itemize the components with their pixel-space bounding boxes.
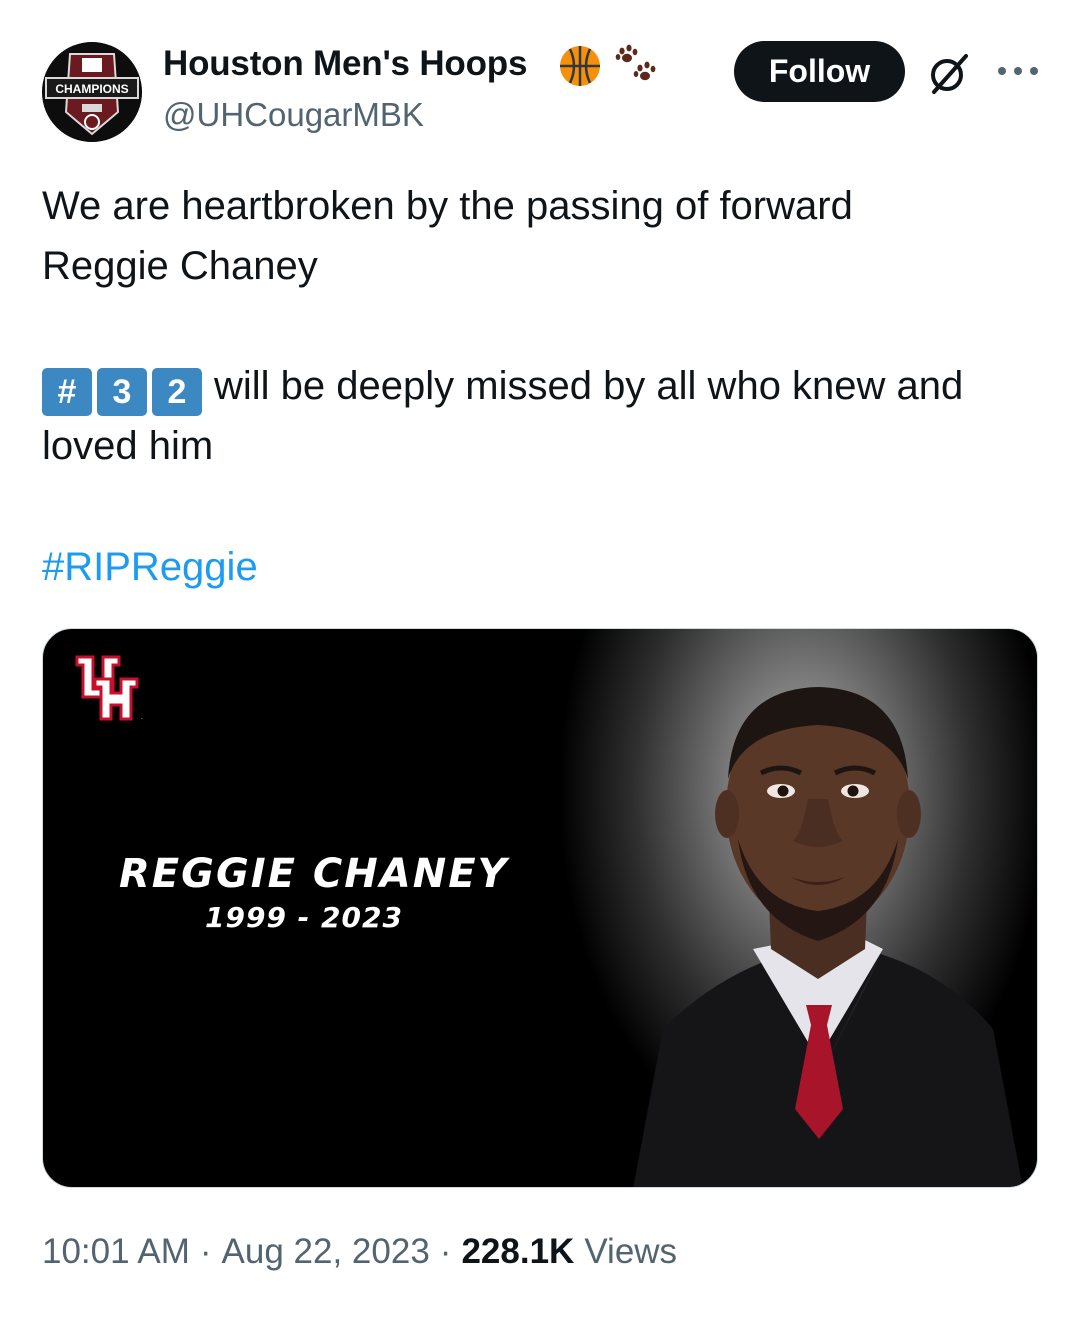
keycap-three-icon: 3 bbox=[97, 368, 147, 416]
views-label: Views bbox=[584, 1232, 678, 1271]
tweet-text-line: # 3 2 will be deeply missed by all who k… bbox=[42, 356, 963, 416]
views-count: 228.1K bbox=[461, 1232, 575, 1271]
keycap-emoji-group: # 3 2 bbox=[42, 368, 202, 416]
display-name[interactable]: Houston Men's Hoops bbox=[163, 44, 527, 84]
uh-logo-icon: . bbox=[75, 655, 143, 721]
tweet-time[interactable]: 10:01 AM bbox=[42, 1232, 190, 1272]
player-portrait bbox=[633, 687, 1023, 1187]
meta-separator: · bbox=[439, 1232, 452, 1271]
meta-separator: · bbox=[199, 1232, 212, 1271]
basketball-icon bbox=[560, 46, 600, 86]
hashtag-link[interactable]: #RIPReggie bbox=[42, 537, 258, 597]
memorial-name: REGGIE CHANEY bbox=[119, 851, 509, 897]
tweet-text-line: We are heartbroken by the passing of for… bbox=[42, 184, 853, 228]
tweet-meta: 10:01 AM · Aug 22, 2023 · 228.1K Views bbox=[42, 1232, 677, 1272]
keycap-two-icon: 2 bbox=[152, 368, 202, 416]
svg-text:.: . bbox=[141, 715, 143, 721]
user-handle[interactable]: @UHCougarMBK bbox=[163, 96, 424, 134]
avatar[interactable]: CHAMPIONS bbox=[42, 42, 142, 142]
keycap-hash-icon: # bbox=[42, 368, 92, 416]
tweet-text-line: Reggie Chaney bbox=[42, 244, 318, 288]
media-image[interactable]: . REGGIE CHANEY 1999 - 2023 bbox=[42, 628, 1038, 1188]
tweet-date[interactable]: Aug 22, 2023 bbox=[222, 1232, 430, 1272]
memorial-years: 1999 - 2023 bbox=[205, 901, 403, 934]
avatar-text: CHAMPIONS bbox=[55, 82, 128, 96]
follow-button[interactable]: Follow bbox=[734, 41, 905, 102]
tweet: CHAMPIONS Houston Men's Hoops @UHCougarM… bbox=[0, 0, 1079, 1319]
more-options-icon[interactable] bbox=[996, 58, 1040, 84]
champions-logo-icon: CHAMPIONS bbox=[42, 42, 142, 142]
grok-icon[interactable] bbox=[926, 50, 972, 96]
paw-prints-icon bbox=[615, 44, 656, 81]
tweet-text-line: loved him bbox=[42, 424, 214, 468]
tweet-text-segment: will be deeply missed by all who knew an… bbox=[214, 364, 964, 408]
